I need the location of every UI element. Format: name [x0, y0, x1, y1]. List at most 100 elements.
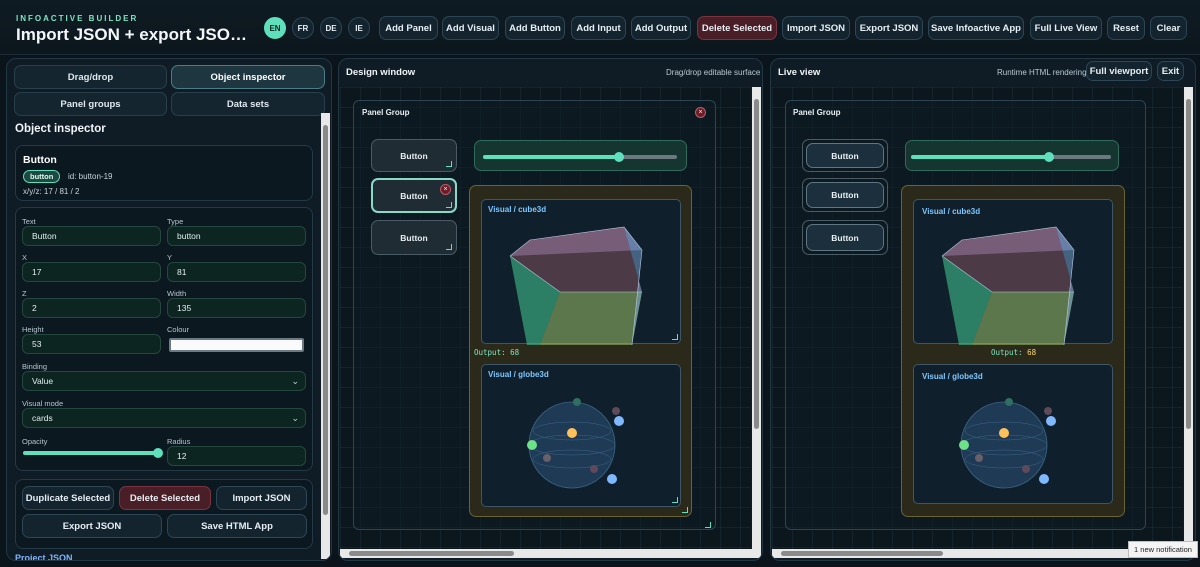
app-title: Import JSON + export JSON + save s...	[16, 25, 258, 44]
radius-field[interactable]: 12	[167, 446, 306, 466]
delete-selected-button[interactable]: Delete Selected	[697, 16, 777, 40]
globe3d-visual[interactable]: Visual / globe3d	[481, 364, 681, 507]
tab-drag-drop[interactable]: Drag/drop	[14, 65, 167, 89]
design-horizontal-scrollbar-thumb[interactable]	[349, 551, 514, 556]
height-label: Height	[22, 325, 44, 334]
height-field[interactable]: 53	[22, 334, 161, 354]
add-output-button[interactable]: Add Output	[631, 16, 691, 40]
cube3d-graphic	[509, 226, 643, 345]
design-vertical-scrollbar-thumb[interactable]	[754, 99, 759, 429]
live-slider-thumb[interactable]	[1044, 152, 1054, 162]
globe3d-graphic	[959, 398, 1056, 489]
live-view-subtitle: Runtime HTML rendering	[997, 68, 1087, 77]
opacity-slider[interactable]	[23, 451, 159, 455]
design-window-subtitle: Drag/drop editable surface	[666, 68, 761, 77]
duplicate-selected-button[interactable]: Duplicate Selected	[22, 486, 114, 510]
design-button-1[interactable]: Button	[371, 139, 457, 172]
output-value: 68	[510, 348, 520, 357]
resize-handle[interactable]	[705, 522, 711, 528]
live-panel-group: Panel Group Button Button Button Visual …	[785, 100, 1146, 530]
save-infoactive-app-button[interactable]: Save Infoactive App	[928, 16, 1024, 40]
output-value: 68	[1027, 348, 1037, 357]
lang-de-button[interactable]: DE	[320, 17, 342, 39]
delete-group-icon[interactable]: ×	[695, 107, 706, 118]
live-panel-group-title: Panel Group	[793, 108, 841, 117]
tab-data-sets[interactable]: Data sets	[171, 92, 325, 116]
live-horizontal-scrollbar-thumb[interactable]	[781, 551, 943, 556]
object-type-badge: button	[23, 170, 61, 183]
text-label: Text	[22, 217, 36, 226]
text-field[interactable]: Button	[22, 226, 161, 246]
colour-picker[interactable]	[169, 338, 304, 352]
design-canvas[interactable]: Panel Group × Button Button × Button Vis…	[340, 87, 751, 549]
x-field[interactable]: 17	[22, 262, 161, 282]
add-input-button[interactable]: Add Input	[571, 16, 626, 40]
exit-button[interactable]: Exit	[1157, 61, 1184, 81]
visual-mode-label: Visual mode	[22, 399, 64, 408]
clear-button[interactable]: Clear	[1150, 16, 1187, 40]
live-slider-fill	[911, 155, 1049, 159]
type-label: Type	[167, 217, 184, 226]
live-cube3d-visual[interactable]: Visual / cube3d	[913, 199, 1113, 345]
design-button-3[interactable]: Button	[371, 220, 457, 255]
output-label: Output:	[474, 348, 506, 357]
delete-button-icon[interactable]: ×	[440, 184, 451, 195]
resize-handle[interactable]	[446, 202, 452, 208]
width-field[interactable]: 135	[167, 298, 306, 318]
live-vertical-scrollbar-thumb[interactable]	[1186, 99, 1191, 429]
live-slider-widget[interactable]	[905, 140, 1119, 171]
add-visual-button[interactable]: Add Visual	[442, 16, 499, 40]
add-panel-button[interactable]: Add Panel	[379, 16, 438, 40]
tab-panel-groups[interactable]: Panel groups	[14, 92, 167, 116]
resize-handle[interactable]	[446, 244, 452, 250]
radius-label: Radius	[167, 437, 191, 446]
project-json-label: Project JSON	[15, 553, 73, 561]
live-button-1[interactable]: Button	[806, 143, 884, 168]
cube3d-visual[interactable]: Visual / cube3d	[481, 199, 681, 345]
binding-value: Value	[32, 376, 54, 386]
live-button-3[interactable]: Button	[806, 224, 884, 251]
resize-handle[interactable]	[682, 507, 688, 513]
resize-handle[interactable]	[672, 497, 678, 503]
chevron-down-icon: ⌄	[291, 412, 299, 423]
save-html-app-button[interactable]: Save HTML App	[167, 514, 307, 538]
z-field[interactable]: 2	[22, 298, 161, 318]
lang-fr-button[interactable]: FR	[292, 17, 314, 39]
live-button-2[interactable]: Button	[806, 182, 884, 208]
resize-handle[interactable]	[446, 161, 452, 167]
inspector-scrollbar-thumb[interactable]	[323, 125, 328, 515]
z-label: Z	[22, 289, 27, 298]
design-visual-group[interactable]: Visual / cube3d Output: 68 Visual / glob…	[469, 185, 692, 517]
design-window-title: Design window	[346, 67, 416, 78]
full-live-view-button[interactable]: Full Live View	[1030, 16, 1102, 40]
tab-object-inspector[interactable]: Object inspector	[171, 65, 325, 89]
opacity-slider-thumb[interactable]	[153, 448, 163, 458]
brand-subtitle: INFOACTIVE BUILDER	[16, 14, 139, 23]
notification-toast[interactable]: 1 new notification	[1128, 541, 1198, 558]
delete-selected-side-button[interactable]: Delete Selected	[119, 486, 211, 510]
design-slider-widget[interactable]	[474, 140, 687, 171]
binding-select[interactable]: Value ⌄	[22, 371, 306, 391]
export-json-button[interactable]: Export JSON	[855, 16, 923, 40]
import-json-side-button[interactable]: Import JSON	[216, 486, 307, 510]
import-json-button[interactable]: Import JSON	[782, 16, 850, 40]
design-slider-thumb[interactable]	[614, 152, 624, 162]
design-slider-rest	[621, 155, 677, 159]
visual-mode-select[interactable]: cards ⌄	[22, 408, 306, 428]
add-button-button[interactable]: Add Button	[505, 16, 565, 40]
x-label: X	[22, 253, 28, 262]
reset-button[interactable]: Reset	[1107, 16, 1145, 40]
lang-ie-button[interactable]: IE	[348, 17, 370, 39]
y-field[interactable]: 81	[167, 262, 306, 282]
object-id: id: button-19	[68, 172, 113, 181]
design-panel-group[interactable]: Panel Group × Button Button × Button Vis…	[353, 100, 716, 530]
export-json-side-button[interactable]: Export JSON	[22, 514, 162, 538]
opacity-label: Opacity	[22, 437, 48, 446]
lang-en-button[interactable]: EN	[264, 17, 286, 39]
resize-handle[interactable]	[672, 334, 678, 340]
full-viewport-button[interactable]: Full viewport	[1086, 61, 1152, 81]
type-field[interactable]: button	[167, 226, 306, 246]
live-globe3d-visual[interactable]: Visual / globe3d	[913, 364, 1113, 504]
actions-card: Duplicate Selected Delete Selected Impor…	[15, 479, 313, 549]
live-view-title: Live view	[778, 67, 821, 78]
